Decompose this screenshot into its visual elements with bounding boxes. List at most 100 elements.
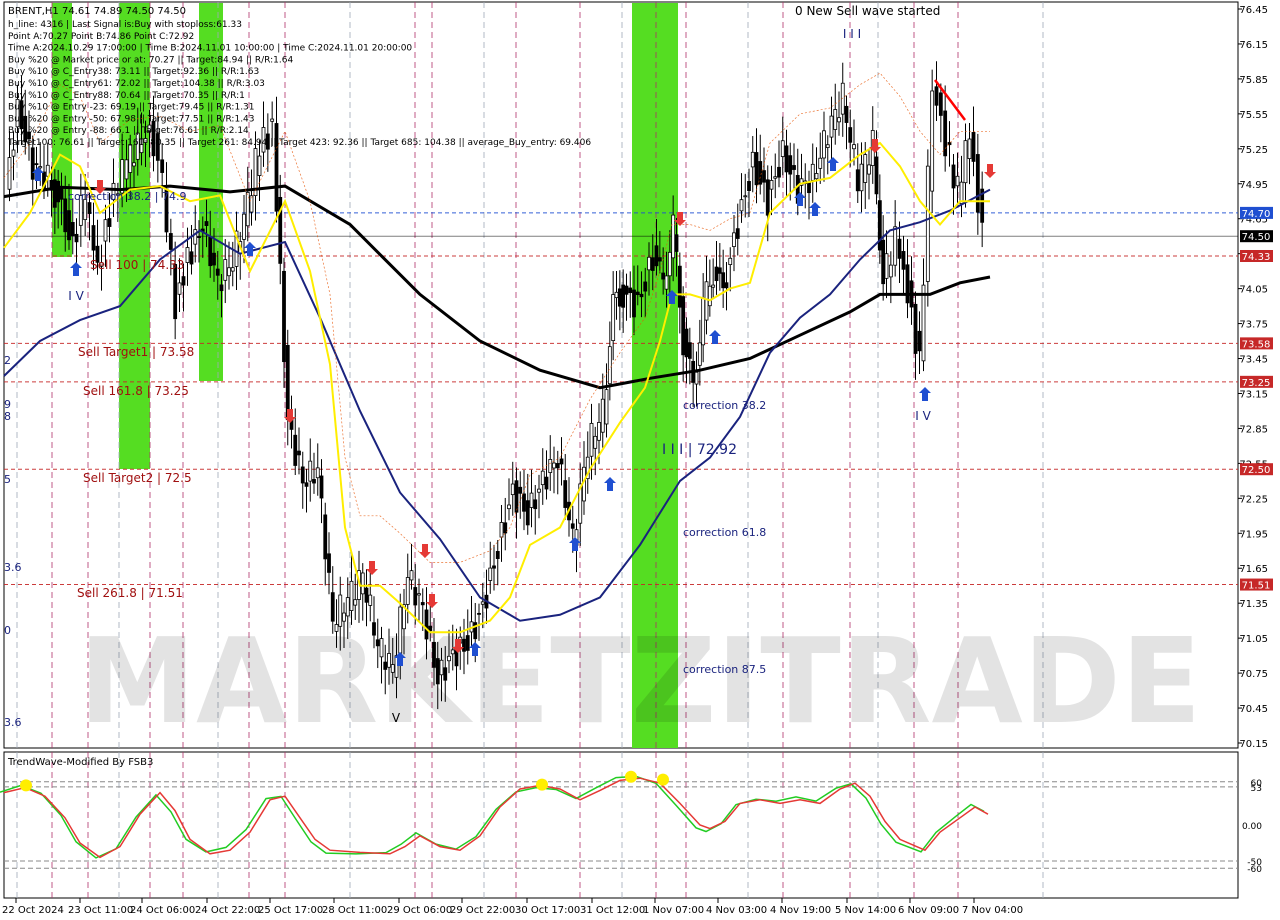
candle-bull xyxy=(507,504,511,510)
candle-bull xyxy=(611,294,616,341)
price-badge-label: 74.33 xyxy=(1242,252,1271,263)
price-tick-label: 74.95 xyxy=(1239,180,1268,191)
left-partial-label: 2 xyxy=(4,354,11,367)
candle-bear xyxy=(492,565,496,569)
candle-bear xyxy=(754,152,759,186)
candle-bull xyxy=(963,140,968,184)
candle-bull xyxy=(11,149,16,157)
candle-bear xyxy=(724,282,729,289)
candle-bull xyxy=(728,257,733,265)
candle-bull xyxy=(390,664,395,673)
candle-bear xyxy=(107,218,112,227)
info-line: Buy %10 @ C_Entry88: 70.64 || Target:70.… xyxy=(8,91,245,101)
candle-bear xyxy=(747,181,751,192)
candle-bear xyxy=(327,553,331,573)
candle-bull xyxy=(597,422,601,441)
info-line: Buy %10 @ Entry -23: 69.19 || Target:79.… xyxy=(8,103,255,113)
candle-bull xyxy=(128,144,133,173)
price-tick-label: 70.15 xyxy=(1239,739,1268,750)
candle-bear xyxy=(654,245,659,267)
candle-bear xyxy=(661,272,666,280)
candle-bear xyxy=(330,592,335,622)
time-tick-label: 24 Oct 22:00 xyxy=(195,905,260,916)
candle-bear xyxy=(297,450,301,456)
price-tick-label: 73.45 xyxy=(1239,355,1268,366)
candle-bull xyxy=(750,151,755,168)
candle-bear xyxy=(938,92,943,116)
price-badge-label: 73.58 xyxy=(1242,339,1271,350)
candle-bear xyxy=(189,251,194,265)
candle-bull xyxy=(814,173,819,180)
candle-bull xyxy=(818,157,823,169)
candle-bull xyxy=(852,144,856,150)
candle-bull xyxy=(177,282,182,295)
candle-bull xyxy=(604,389,609,425)
candle-bear xyxy=(173,264,178,320)
candle-bull xyxy=(334,624,339,632)
sell-target2-label: Sell Target2 | 72.5 xyxy=(83,471,192,485)
candle-bull xyxy=(859,163,864,192)
candle-bull xyxy=(193,229,198,245)
candle-bear xyxy=(624,285,629,295)
candle-bull xyxy=(342,612,346,622)
left-partial-label: 3.6 xyxy=(4,561,22,574)
correction-87-label: correction 87.5 xyxy=(683,663,766,676)
candle-bear xyxy=(617,288,622,307)
candle-bull xyxy=(315,467,320,479)
time-tick-label: 28 Oct 11:00 xyxy=(322,905,387,916)
candle-bear xyxy=(632,289,636,318)
candle-bear xyxy=(777,166,781,178)
candle-bull xyxy=(447,655,451,662)
candle-bear xyxy=(67,210,71,241)
candle-bear xyxy=(375,639,380,647)
candle-bull xyxy=(405,577,410,605)
candle-bear xyxy=(413,587,418,606)
oscillator-signal-dot xyxy=(536,778,548,791)
candle-bull xyxy=(242,213,246,240)
time-tick-label: 4 Nov 03:00 xyxy=(706,905,767,916)
candle-bear xyxy=(435,658,440,685)
candle-bear xyxy=(905,264,910,304)
candle-bear xyxy=(762,170,766,183)
price-tick-label: 72.85 xyxy=(1239,424,1268,435)
left-partial-label: 5 xyxy=(4,473,11,486)
price-tick-label: 74.05 xyxy=(1239,285,1268,296)
candle-bull xyxy=(810,163,815,181)
candle-bull xyxy=(925,165,930,282)
candle-bull xyxy=(930,90,935,192)
candle-bull xyxy=(711,284,716,288)
candle-bull xyxy=(510,483,515,496)
candle-bear xyxy=(657,257,662,262)
candle-bull xyxy=(398,606,403,654)
candle-bull xyxy=(833,109,838,130)
candle-bull xyxy=(589,422,594,457)
candle-bear xyxy=(87,202,92,214)
candle-bull xyxy=(529,492,534,508)
chart-window: MARKETZITRADE 0 New Sell wave started I I… xyxy=(0,0,1280,920)
candle-bull xyxy=(825,144,830,148)
candle-bear xyxy=(428,625,433,632)
oscillator-tick-label: 53 xyxy=(1251,784,1262,794)
candle-bull xyxy=(308,460,313,482)
chart-svg: MARKETZITRADE 0 New Sell wave started I I… xyxy=(0,0,1280,920)
time-tick-label: 24 Oct 06:00 xyxy=(130,905,195,916)
candle-bear xyxy=(372,622,376,636)
candle-bear xyxy=(70,222,75,237)
time-tick-label: 7 Nov 04:00 xyxy=(962,905,1023,916)
candle-bear xyxy=(56,180,61,203)
left-partial-label: 8 xyxy=(4,410,11,423)
candle-bear xyxy=(687,342,692,359)
sell-target1-label: Sell Target1 | 73.58 xyxy=(78,345,194,359)
candle-bull xyxy=(664,275,669,290)
candle-bull xyxy=(257,155,262,176)
candle-bull xyxy=(667,251,672,277)
price-tick-label: 75.55 xyxy=(1239,110,1268,121)
price-badge-label: 74.70 xyxy=(1242,209,1271,220)
candle-bear xyxy=(971,132,976,162)
candle-bear xyxy=(34,163,39,166)
candle-bear xyxy=(639,293,644,298)
candle-bull xyxy=(38,166,43,169)
info-line: Point A:70.27 Point B:74.86 Point C:72.9… xyxy=(8,32,194,42)
info-line: Buy %10 @ C_Entry61: 72.02 || Target:104… xyxy=(8,79,265,89)
candle-bear xyxy=(282,270,286,363)
